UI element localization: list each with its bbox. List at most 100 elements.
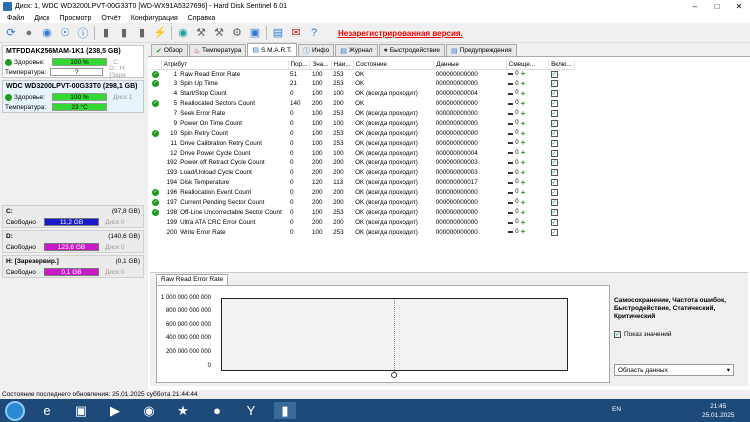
app-icon[interactable]: ●: [206, 402, 228, 419]
title-bar: Диск: 1, WDC WD3200LPVT-00G33T0 [WD-WX91…: [0, 0, 750, 13]
volume-d[interactable]: D: (140,6 GB) Свободно 123,6 GB Диск 0: [2, 230, 144, 253]
menu-help[interactable]: Справка: [188, 15, 215, 22]
table-row[interactable]: ✓ 198 Off-Line Uncorrectable Sector Count 0…: [150, 207, 575, 217]
tab-journal[interactable]: ▤ Журнал: [335, 44, 378, 56]
disk-item-1[interactable]: WDC WD3200LPVT-00G33T0 (298,1 GB) Здоров…: [2, 80, 144, 113]
table-row[interactable]: ✓ 196 Reallocation Event Count 0 200 200 OK (в…: [150, 188, 575, 198]
graph-panel: Raw Read Error Rate 1 000 000 000 000 80…: [150, 272, 748, 386]
graph-tab[interactable]: Raw Read Error Rate: [156, 274, 229, 285]
minus-icon: [508, 191, 514, 194]
game-icon[interactable]: ★: [172, 402, 194, 419]
start-button[interactable]: [5, 401, 25, 421]
menu-file[interactable]: Файл: [7, 15, 24, 22]
table-row[interactable]: 9 Power On Time Count 0 100 100 OK (всегда пр…: [150, 118, 575, 128]
send-icon[interactable]: ✉: [288, 25, 304, 41]
plus-icon: +: [520, 207, 526, 217]
y-tick: 0: [207, 363, 211, 369]
table-row[interactable]: ✓ 10 Spin Retry Count 0 100 253 OK (всегда про…: [150, 128, 575, 138]
save-icon[interactable]: ▣: [247, 25, 263, 41]
media-icon[interactable]: ▶: [104, 402, 126, 419]
table-row[interactable]: ✓ 3 Spin Up Time 21 100 253 OK 000000000000 0 + ✓: [150, 79, 575, 89]
plus-icon: +: [520, 128, 526, 138]
disk-title: MTFDDAK256MAM-1K1 (238,5 GB): [6, 48, 121, 55]
table-row[interactable]: ✓ 1 Raw Read Error Rate 51 100 253 OK 000000000…: [150, 69, 575, 79]
yandex-icon[interactable]: Y: [240, 402, 262, 419]
enable-checkbox: ✓: [550, 149, 558, 157]
menu-disk[interactable]: Диск: [34, 15, 49, 22]
table-row[interactable]: 199 Ultra ATA CRC Error Count 0 200 200 OK (в…: [150, 217, 575, 227]
tab-performance[interactable]: ● Быстродействие: [378, 44, 446, 56]
ie-icon[interactable]: e: [36, 402, 58, 419]
wrench-icon[interactable]: ⚒: [211, 25, 227, 41]
warning-icon: ▤: [451, 47, 458, 55]
menu-config[interactable]: Конфигурация: [131, 15, 178, 22]
tab-smart[interactable]: ▤ S.M.A.R.T.: [247, 43, 297, 56]
table-row[interactable]: 194 Disk Temperature 0 120 113 OK (всегда про…: [150, 178, 575, 188]
table-row[interactable]: ✓ 197 Current Pending Sector Count 0 200 200 O…: [150, 198, 575, 208]
settings-icon[interactable]: ⚙: [229, 25, 245, 41]
language-indicator[interactable]: EN: [612, 406, 621, 413]
menu-report[interactable]: Отчёт: [101, 15, 120, 22]
table-row[interactable]: 192 Power off Retract Cycle Count 0 200 200 O…: [150, 158, 575, 168]
app-icon: [3, 2, 12, 11]
offset-stepper: 0 +: [508, 198, 525, 206]
offset-stepper: 0 +: [508, 207, 526, 217]
plus-icon: +: [520, 138, 526, 148]
table-row[interactable]: ✓ 5 Reallocated Sectors Count 140 200 200 OK 00…: [150, 99, 575, 109]
enable-checkbox: ✓: [550, 129, 558, 137]
enable-checkbox: ✓: [550, 70, 558, 78]
close-button[interactable]: ✕: [728, 0, 750, 13]
disk-title: WDC WD3200LPVT-00G33T0 (298,1 GB): [6, 83, 138, 90]
network-icon[interactable]: ◉: [175, 25, 191, 41]
clock[interactable]: 21:45 25.01.2025: [702, 402, 735, 420]
plus-icon: +: [520, 187, 526, 197]
menu-view[interactable]: Просмотр: [59, 15, 91, 22]
free-space-bar: 123,6 GB: [44, 243, 99, 251]
y-tick: 600 000 000 000: [165, 322, 211, 328]
info-icon[interactable]: ⓘ: [75, 25, 91, 41]
flash-icon[interactable]: ⚡: [152, 25, 168, 41]
table-row[interactable]: 11 Drive Calibration Retry Count 0 100 253 OK…: [150, 138, 575, 148]
enable-checkbox: ✓: [550, 80, 558, 88]
table-row[interactable]: 4 Start/Stop Count 0 100 100 OK (всегда прохо…: [150, 89, 575, 99]
tab-temperature[interactable]: ♨ Температура: [188, 44, 247, 56]
enable-checkbox: ✓: [550, 90, 558, 98]
drive2-icon[interactable]: ▮: [116, 25, 132, 41]
unregistered-link[interactable]: Незарегистрированная версия.: [338, 29, 463, 38]
data-area-select[interactable]: Область данных ▾: [614, 364, 734, 376]
offset-stepper: 0 +: [508, 119, 525, 127]
hds-taskbar-icon[interactable]: ▮: [274, 402, 296, 419]
disk-icon[interactable]: ●: [21, 25, 37, 41]
smart-icon: ▤: [252, 47, 259, 54]
maximize-button[interactable]: □: [706, 0, 728, 13]
globe-icon[interactable]: ☉: [57, 25, 73, 41]
check-icon: ✔: [156, 47, 162, 55]
volume-h[interactable]: H: [Зарезервир.] (0,1 GB) Свободно 0,1 GB Д…: [2, 255, 144, 278]
disk-panel: MTFDDAK256MAM-1K1 (238,5 GB) Здоровье: 10…: [0, 43, 146, 390]
thermometer-icon: ♨: [193, 47, 200, 55]
table-row[interactable]: 200 Write Error Rate 0 100 253 OK (всегда про…: [150, 227, 575, 237]
drive-icon[interactable]: ▮: [98, 25, 114, 41]
report-icon[interactable]: ▤: [270, 25, 286, 41]
disk-item-0[interactable]: MTFDDAK256MAM-1K1 (238,5 GB) Здоровье: 10…: [2, 45, 144, 79]
tools-icon[interactable]: ⚒: [193, 25, 209, 41]
smart-table: Атрибут Пор... Зна... Наи... Состояние Д…: [150, 60, 575, 237]
chrome-icon[interactable]: ◉: [138, 402, 160, 419]
table-row[interactable]: 193 Load/Unload Cycle Count 0 200 200 OK (все…: [150, 168, 575, 178]
test-icon[interactable]: ◉: [39, 25, 55, 41]
tab-overview[interactable]: ✔ Обзор: [151, 44, 188, 56]
minus-icon: [508, 73, 514, 76]
minimize-button[interactable]: –: [684, 0, 706, 13]
help-icon[interactable]: ?: [306, 25, 322, 41]
explorer-icon[interactable]: ▣: [70, 402, 92, 419]
refresh-icon[interactable]: ⟳: [3, 25, 19, 41]
table-row[interactable]: 7 Seek Error Rate 0 100 253 OK (всегда проход…: [150, 109, 575, 119]
table-row[interactable]: 12 Drive Power Cycle Count 0 100 100 OK (всег…: [150, 148, 575, 158]
status-ok-icon: ✓: [152, 189, 159, 197]
show-values-checkbox[interactable]: ✓ Показ значений: [614, 331, 672, 338]
plus-icon: +: [520, 177, 526, 187]
tab-info[interactable]: ⓘ Инфо: [298, 44, 335, 56]
drive3-icon[interactable]: ▮: [134, 25, 150, 41]
volume-c[interactable]: C: (97,8 GB) Свободно 11,2 GB Диск 0: [2, 205, 144, 228]
tab-warnings[interactable]: ▤ Предупреждения: [446, 44, 517, 56]
